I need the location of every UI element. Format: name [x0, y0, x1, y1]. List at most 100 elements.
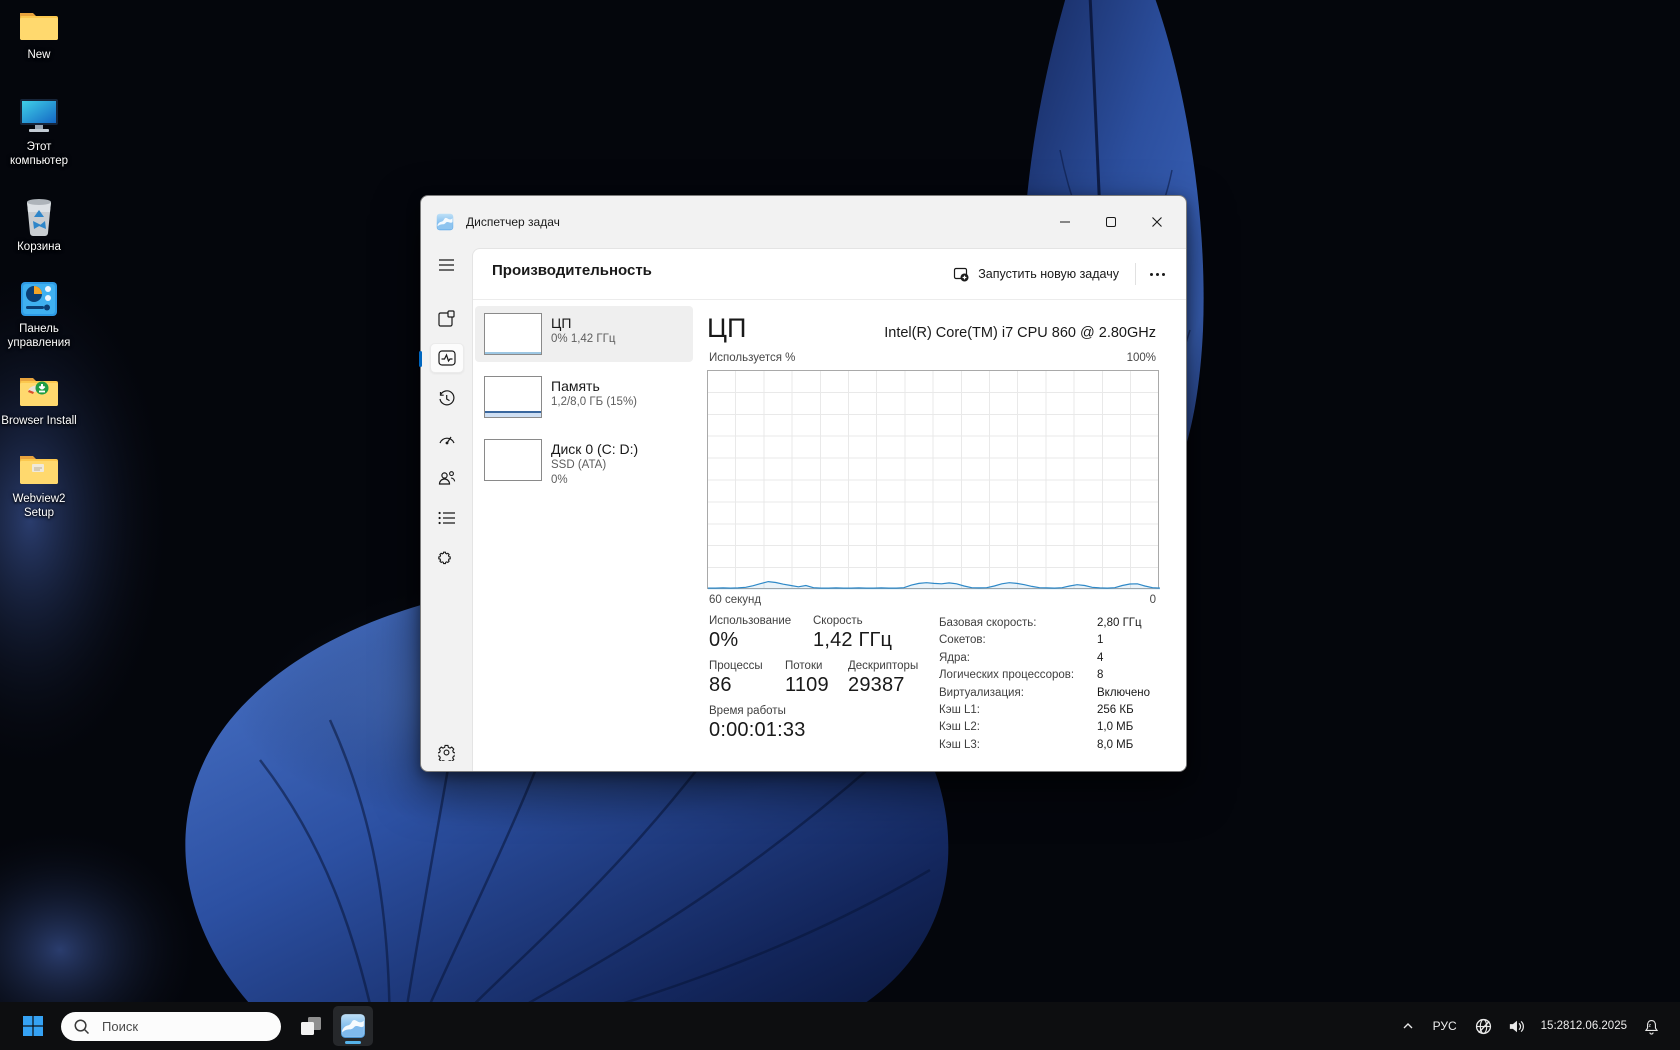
performance-pulse-icon: [438, 350, 456, 366]
sidebar-item-performance[interactable]: [430, 343, 464, 373]
stat-label: Потоки: [785, 660, 848, 672]
perf-item-title: Память: [551, 377, 637, 395]
desktop-icon-new-folder[interactable]: New: [0, 8, 78, 62]
tray-notifications-button[interactable]: z: [1635, 1006, 1668, 1046]
users-icon: [438, 470, 456, 486]
taskbar-search[interactable]: [61, 1012, 281, 1041]
taskbar-app-generic[interactable]: [291, 1006, 331, 1046]
window-titlebar[interactable]: Диспетчер задач: [421, 196, 1186, 248]
close-icon: [1151, 216, 1163, 228]
stat-value: 29387: [848, 674, 905, 697]
cpu-mini-graph: [484, 313, 542, 355]
sidebar-item-details[interactable]: [430, 503, 464, 533]
stat-label: Сокетов:: [939, 632, 1097, 649]
perf-item-subtitle: SSD (ATA): [551, 458, 638, 473]
desktop-icon-label: Browser Install: [1, 414, 76, 428]
search-input[interactable]: [100, 1018, 260, 1035]
run-new-task-button[interactable]: Запустить новую задачу: [941, 259, 1131, 289]
minimize-button[interactable]: [1042, 204, 1088, 240]
cpu-section-title: ЦП: [707, 313, 746, 344]
globe-no-internet-icon: [1474, 1017, 1493, 1036]
search-icon: [73, 1018, 90, 1035]
cpu-stats-left: Использование Скорость 0% 1,42 ГГц Проце…: [709, 615, 929, 750]
desktop-icon-browser-install[interactable]: Browser Install: [0, 372, 78, 428]
menu-hamburger-button[interactable]: [430, 250, 464, 280]
stat-label: Скорость: [813, 615, 863, 627]
tray-volume-button[interactable]: [1500, 1006, 1533, 1046]
hamburger-icon: [438, 258, 455, 272]
desktop: New Этот компьютер: [0, 0, 1680, 1050]
graph-axis-label-60s: 60 секунд: [709, 594, 761, 606]
desktop-icon-label: Webview2 Setup: [0, 492, 78, 520]
stat-value: 256 КБ: [1097, 702, 1150, 719]
perf-item-subtitle: 0% 1,42 ГГц: [551, 332, 615, 347]
perf-item-subtitle: 1,2/8,0 ГБ (15%): [551, 395, 637, 410]
bell-sleep-icon: z: [1642, 1017, 1661, 1036]
desktop-icon-webview2-setup[interactable]: Webview2 Setup: [0, 450, 78, 520]
perf-item-memory[interactable]: Память 1,2/8,0 ГБ (15%): [475, 369, 693, 425]
tray-time: 15:28: [1541, 1019, 1570, 1033]
stat-value: 0%: [709, 629, 813, 652]
stat-value: 8: [1097, 667, 1150, 684]
memory-mini-graph: [484, 376, 542, 418]
settings-gear-icon: [438, 744, 455, 761]
task-manager-app-icon: [436, 213, 454, 231]
stat-label: Время работы: [709, 705, 786, 717]
sidebar-item-users[interactable]: [430, 463, 464, 493]
perf-item-title: ЦП: [551, 314, 615, 332]
perf-item-cpu[interactable]: ЦП 0% 1,42 ГГц: [475, 306, 693, 362]
stat-value: Включено: [1097, 685, 1150, 702]
chevron-up-icon: [1400, 1018, 1416, 1034]
sidebar-item-startup-apps[interactable]: [430, 423, 464, 453]
active-app-indicator: [345, 1041, 361, 1044]
sidebar-item-services[interactable]: [430, 543, 464, 573]
history-clock-icon: [438, 390, 455, 407]
page-title: Производительность: [492, 262, 652, 279]
stat-label: Кэш L3:: [939, 737, 1097, 754]
svg-text:z: z: [1648, 1023, 1651, 1029]
sidebar-item-processes[interactable]: [430, 303, 464, 333]
desktop-icon-label: New: [27, 48, 50, 62]
toolbar-separator: [1135, 263, 1136, 285]
desktop-icon-recycle-bin[interactable]: Корзина: [0, 196, 78, 254]
stat-value: 86: [709, 674, 785, 697]
sidebar: [421, 248, 472, 771]
task-manager-icon: [340, 1013, 366, 1039]
sidebar-item-app-history[interactable]: [430, 383, 464, 413]
tray-network-button[interactable]: [1467, 1006, 1500, 1046]
header-divider: [473, 299, 1186, 300]
stat-label: Дескрипторы: [848, 660, 918, 672]
windows-start-icon: [22, 1015, 44, 1037]
speaker-icon: [1507, 1017, 1526, 1036]
cpu-stats-right: Базовая скорость:2,80 ГГц Сокетов:1 Ядра…: [939, 615, 1150, 754]
taskbar: РУС 15:28 12.06.2025: [0, 1002, 1680, 1050]
processes-icon: [438, 310, 455, 327]
stat-value: 8,0 МБ: [1097, 737, 1150, 754]
run-new-task-label: Запустить новую задачу: [978, 267, 1119, 281]
taskbar-app-task-manager[interactable]: [333, 1006, 373, 1046]
cpu-model-name: Intel(R) Core(TM) i7 CPU 860 @ 2.80GHz: [884, 325, 1156, 341]
tray-clock[interactable]: 15:28 12.06.2025: [1533, 1006, 1635, 1046]
stat-value: 0:00:01:33: [709, 719, 806, 742]
stat-label: Логических процессоров:: [939, 667, 1097, 684]
close-button[interactable]: [1134, 204, 1180, 240]
perf-item-disk0[interactable]: Диск 0 (C: D:) SSD (ATA) 0%: [475, 432, 693, 495]
stat-value: 1: [1097, 632, 1150, 649]
tray-language-indicator[interactable]: РУС: [1423, 1006, 1467, 1046]
graph-axis-label-utilization: Используется %: [709, 352, 795, 364]
sidebar-item-settings[interactable]: [421, 744, 472, 761]
tray-show-hidden-icons[interactable]: [1393, 1006, 1423, 1046]
new-task-icon: [953, 266, 969, 282]
desktop-icon-grid: New Этот компьютер: [0, 6, 78, 520]
stat-label: Виртуализация:: [939, 685, 1097, 702]
start-button[interactable]: [13, 1006, 53, 1046]
stat-value: 4: [1097, 650, 1150, 667]
control-panel-icon: [17, 280, 61, 318]
maximize-button[interactable]: [1088, 204, 1134, 240]
desktop-icon-this-pc[interactable]: Этот компьютер: [0, 96, 78, 168]
more-options-button[interactable]: [1140, 259, 1174, 289]
desktop-icon-control-panel[interactable]: Панель управления: [0, 280, 78, 350]
stat-value: 2,80 ГГц: [1097, 615, 1150, 632]
folder-setup-icon: [17, 450, 61, 488]
overlapping-windows-icon: [298, 1013, 324, 1039]
